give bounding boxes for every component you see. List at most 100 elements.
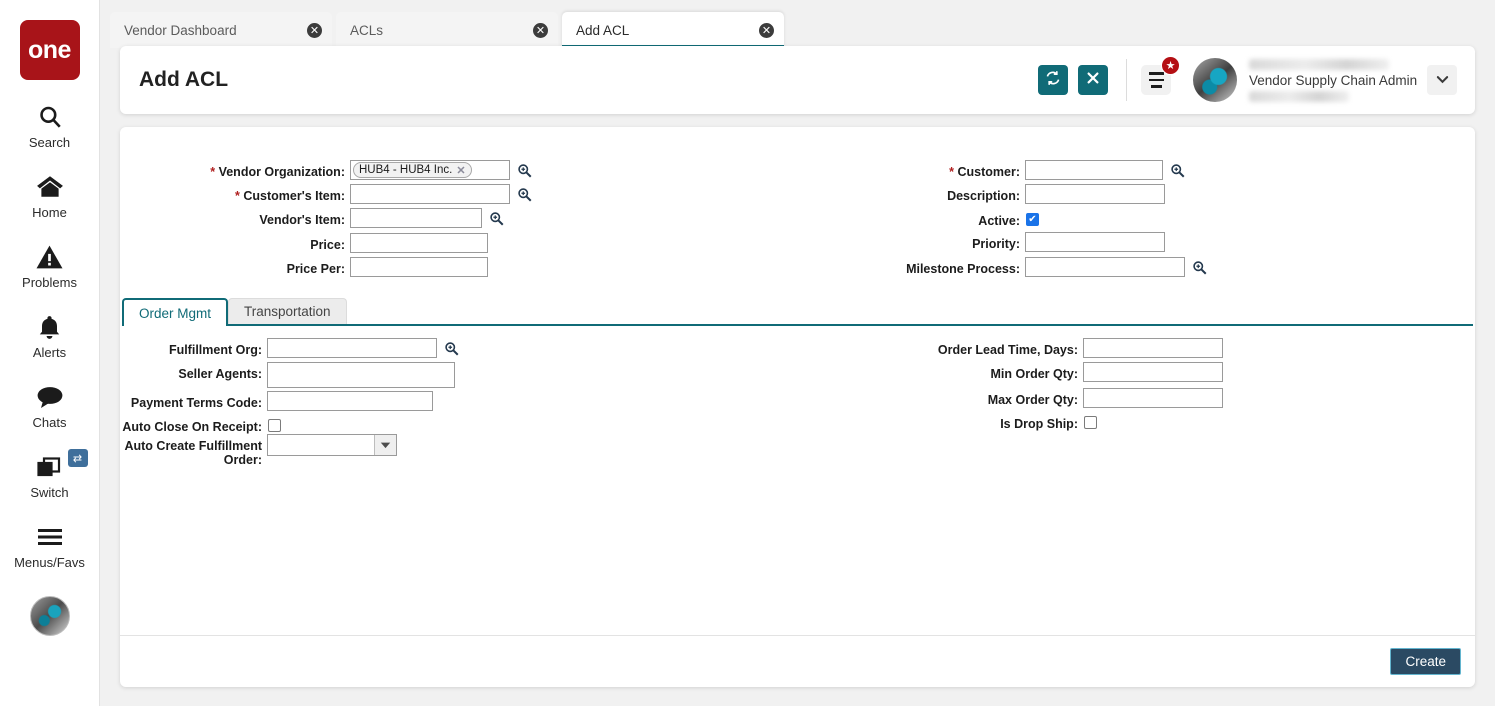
field-payment-terms-code: Payment Terms Code: — [120, 391, 433, 411]
sidebar-item-label: Search — [29, 135, 70, 150]
field-label: Fulfillment Org — [169, 343, 258, 357]
customers-item-picker-icon[interactable] — [515, 184, 533, 204]
warning-triangle-icon — [33, 242, 67, 272]
vendor-organization-input[interactable]: HUB4 - HUB4 Inc. ✕ — [350, 160, 510, 180]
tab-order-mgmt[interactable]: Order Mgmt — [122, 298, 228, 326]
browser-tab-strip: Vendor Dashboard ✕ ACLs ✕ Add ACL ✕ — [110, 12, 1485, 48]
price-input[interactable] — [350, 233, 488, 253]
chevron-down-icon — [1436, 71, 1449, 89]
field-fulfillment-org: Fulfillment Org: — [120, 338, 460, 358]
milestone-process-picker-icon[interactable] — [1190, 257, 1208, 277]
max-order-qty-input[interactable] — [1083, 388, 1223, 408]
field-label: Is Drop Ship — [1000, 417, 1074, 431]
switch-windows-icon — [33, 452, 67, 482]
tab-label: Transportation — [244, 304, 331, 319]
create-button[interactable]: Create — [1390, 648, 1461, 675]
active-checkbox[interactable] — [1026, 213, 1039, 226]
close-button[interactable] — [1078, 65, 1108, 95]
sidebar-item-chats[interactable]: Chats — [0, 382, 100, 430]
sidebar-item-label: Home — [32, 205, 67, 220]
customer-input[interactable] — [1025, 160, 1163, 180]
field-label: Min Order Qty — [990, 367, 1073, 381]
description-input[interactable] — [1025, 184, 1165, 204]
seller-agents-input[interactable] — [267, 362, 455, 388]
sidebar-item-menus-favs[interactable]: Menus/Favs — [0, 522, 100, 570]
field-milestone-process: Milestone Process: — [820, 257, 1208, 277]
detail-tab-bar: Order Mgmt Transportation — [122, 299, 1473, 326]
hamburger-icon — [33, 522, 67, 552]
auto-create-fulfillment-order-select[interactable] — [267, 434, 397, 456]
field-label: Payment Terms Code — [131, 396, 258, 410]
close-icon[interactable]: ✕ — [759, 23, 774, 38]
field-vendors-item: Vendor's Item: — [120, 208, 580, 228]
field-priority: Priority: — [820, 232, 1165, 252]
customer-picker-icon[interactable] — [1168, 160, 1186, 180]
fulfillment-org-input[interactable] — [267, 338, 437, 358]
form-footer: Create — [120, 635, 1475, 687]
sidebar-item-home[interactable]: Home — [0, 172, 100, 220]
avatar[interactable] — [1193, 58, 1237, 102]
tab-transportation[interactable]: Transportation — [228, 298, 347, 324]
page-title: Add ACL — [139, 68, 1038, 92]
chip-label: HUB4 - HUB4 Inc. — [359, 164, 452, 176]
chat-bubble-icon — [33, 382, 67, 412]
tab-vendor-dashboard[interactable]: Vendor Dashboard ✕ — [110, 12, 332, 48]
search-icon — [33, 102, 67, 132]
auto-close-on-receipt-checkbox[interactable] — [268, 419, 281, 432]
chip-remove-icon[interactable]: ✕ — [456, 164, 465, 177]
bell-icon — [33, 312, 67, 342]
star-icon: ★ — [1161, 56, 1180, 75]
field-label: Auto Close On Receipt — [122, 420, 257, 434]
vendors-item-picker-icon[interactable] — [487, 208, 505, 228]
home-icon — [33, 172, 67, 202]
field-label: Description — [947, 189, 1016, 203]
chevron-down-icon — [374, 435, 396, 455]
close-icon[interactable]: ✕ — [533, 23, 548, 38]
field-label: Price — [310, 238, 341, 252]
tab-acls[interactable]: ACLs ✕ — [336, 12, 558, 48]
field-customers-item: * Customer's Item: — [120, 184, 580, 204]
sidebar-avatar[interactable] — [30, 596, 70, 636]
field-label: Vendor's Item — [259, 213, 340, 227]
sidebar-item-switch[interactable]: ⇄ Switch — [0, 452, 100, 500]
tab-add-acl[interactable]: Add ACL ✕ — [562, 12, 784, 48]
field-label: Auto Create Fulfillment Order — [124, 439, 262, 467]
payment-terms-code-input[interactable] — [267, 391, 433, 411]
fulfillment-org-picker-icon[interactable] — [442, 338, 460, 358]
user-menu-button[interactable] — [1427, 65, 1457, 95]
field-auto-create-fulfillment-order: Auto Create Fulfillment Order: — [120, 434, 397, 467]
sidebar-item-alerts[interactable]: Alerts — [0, 312, 100, 360]
milestone-process-input[interactable] — [1025, 257, 1185, 277]
tab-label: Vendor Dashboard — [124, 23, 307, 38]
field-min-order-qty: Min Order Qty: — [820, 362, 1223, 382]
tab-label: ACLs — [350, 23, 533, 38]
close-icon[interactable]: ✕ — [307, 23, 322, 38]
price-per-input[interactable] — [350, 257, 488, 277]
field-label: Milestone Process — [906, 262, 1016, 276]
field-label: Price Per — [287, 262, 341, 276]
order-lead-time-days-input[interactable] — [1083, 338, 1223, 358]
field-customer: * Customer: — [820, 160, 1186, 180]
is-drop-ship-checkbox[interactable] — [1084, 416, 1097, 429]
vendor-organization-picker-icon[interactable] — [515, 160, 533, 180]
tab-label: Order Mgmt — [139, 306, 211, 321]
user-name-redacted — [1249, 59, 1389, 70]
customers-item-input[interactable] — [350, 184, 510, 204]
required-marker: * — [235, 189, 240, 203]
vendor-organization-chip: HUB4 - HUB4 Inc. ✕ — [353, 162, 472, 178]
field-label: Max Order Qty — [988, 393, 1074, 407]
sidebar-item-search[interactable]: Search — [0, 102, 100, 150]
sidebar-item-label: Menus/Favs — [14, 555, 85, 570]
one-logo[interactable]: one — [20, 20, 80, 80]
refresh-icon — [1045, 70, 1061, 91]
vendors-item-input[interactable] — [350, 208, 482, 228]
priority-input[interactable] — [1025, 232, 1165, 252]
notifications-menu-button[interactable]: ★ — [1141, 65, 1171, 95]
sidebar-item-problems[interactable]: Problems — [0, 242, 100, 290]
swap-arrows-icon[interactable]: ⇄ — [68, 449, 88, 467]
refresh-button[interactable] — [1038, 65, 1068, 95]
min-order-qty-input[interactable] — [1083, 362, 1223, 382]
user-info: Vendor Supply Chain Admin — [1249, 59, 1417, 102]
user-role-label: Vendor Supply Chain Admin — [1249, 73, 1417, 88]
add-acl-form-card: * Vendor Organization: HUB4 - HUB4 Inc. … — [120, 127, 1475, 687]
